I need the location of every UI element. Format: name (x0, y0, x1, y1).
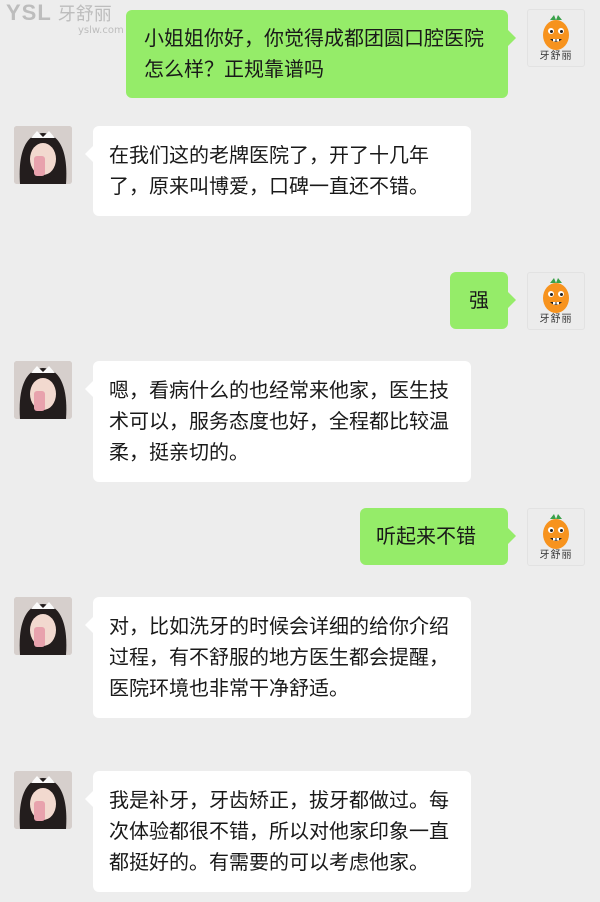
avatar-self[interactable]: 牙舒丽 (527, 9, 585, 67)
message-bubble-received[interactable]: 嗯，看病什么的也经常来他家，医生技术可以，服务态度也好，全程都比较温柔，挺亲切的… (85, 361, 471, 482)
message-bubble-received[interactable]: 我是补牙，牙齿矫正，拔牙都做过。每次体验都很不错，所以对他家印象一直都挺好的。有… (85, 771, 471, 892)
avatar-self-label: 牙舒丽 (539, 314, 573, 325)
avatar-contact[interactable] (14, 361, 72, 419)
watermark-logo: YSL (6, 0, 52, 25)
watermark-brand: 牙舒丽 (57, 4, 112, 25)
avatar-self-label: 牙舒丽 (539, 550, 573, 561)
avatar-self[interactable]: 牙舒丽 (527, 508, 585, 566)
watermark-top: YSL 牙舒丽 yslw.com (6, 2, 124, 36)
girl-photo-avatar-icon (14, 597, 72, 655)
message-bubble-sent[interactable]: 小姐姐你好，你觉得成都团圆口腔医院怎么样？正规靠谱吗 (126, 10, 516, 98)
message-bubble-sent[interactable]: 听起来不错 (360, 508, 516, 565)
watermark-url: yslw.com (78, 25, 124, 36)
girl-photo-avatar-icon (14, 126, 72, 184)
avatar-self[interactable]: 牙舒丽 (527, 272, 585, 330)
message-bubble-received[interactable]: 对，比如洗牙的时候会详细的给你介绍过程，有不舒服的地方医生都会提醒，医院环境也非… (85, 597, 471, 718)
girl-photo-avatar-icon (14, 771, 72, 829)
message-bubble-received[interactable]: 在我们这的老牌医院了，开了十几年了，原来叫博爱，口碑一直还不错。 (85, 126, 471, 216)
avatar-contact[interactable] (14, 126, 72, 184)
chat-screen: YSL牙舒丽 yslw.com 牙舒丽 yslw.com 小姐姐你好，你觉得成都… (0, 0, 600, 902)
girl-photo-avatar-icon (14, 361, 72, 419)
avatar-contact[interactable] (14, 771, 72, 829)
avatar-contact[interactable] (14, 597, 72, 655)
message-bubble-sent[interactable]: 强 (450, 272, 516, 329)
avatar-self-label: 牙舒丽 (539, 51, 573, 62)
